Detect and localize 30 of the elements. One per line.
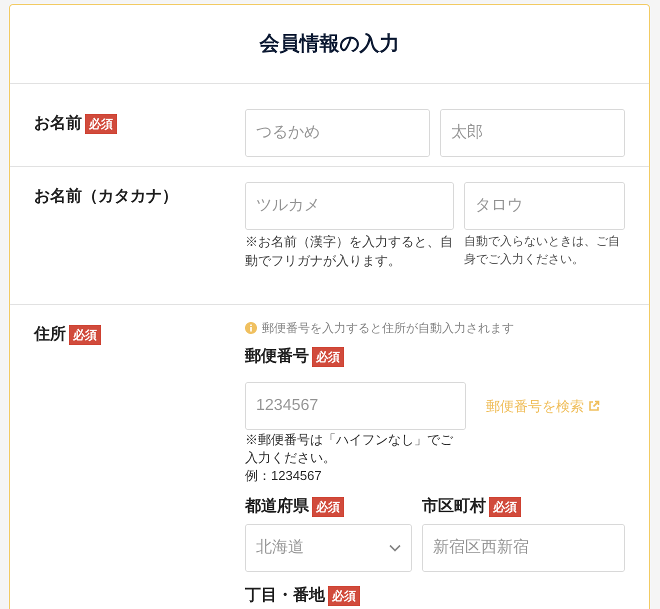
text-field[interactable]: 1234567 [245,382,466,430]
info-text: 郵便番号を入力すると住所が自動入力されます [262,320,514,337]
row-label: お名前（カタカナ） [34,186,178,207]
prefecture-select[interactable]: 北海道 [245,524,412,572]
field-label: 郵便番号 [245,346,309,367]
text-field[interactable]: タロウ [464,182,625,230]
required-badge: 必須 [312,347,344,367]
text-field[interactable]: つるかめ [245,109,430,157]
required-badge: 必須 [85,114,117,134]
field-label: 丁目・番地 [245,585,325,606]
required-badge: 必須 [69,325,101,345]
required-badge: 必須 [328,586,360,606]
text-field[interactable]: ツルカメ [245,182,454,230]
postal-search-link[interactable]: 郵便番号を検索 [486,396,600,416]
hint-text: ※郵便番号は「ハイフンなし」でご入力ください。 [245,431,454,467]
info-icon [245,322,257,334]
external-link-icon [588,400,600,412]
field-label: 市区町村 [422,496,486,517]
required-badge: 必須 [312,497,344,517]
text-field[interactable]: 新宿区西新宿 [422,524,625,572]
required-badge: 必須 [489,497,521,517]
chevron-down-icon [389,544,401,552]
hint-text: ※お名前（漢字）を入力すると、自動でフリガナが入ります。 [245,233,454,270]
row-label: 住所 [34,324,66,345]
hint-text: 例：1234567 [245,467,323,485]
row-label: お名前 [34,114,82,134]
hint-text: 自動で入らないときは、ご自身でご入力ください。 [464,233,621,268]
form-title: 会員情報の入力 [260,32,400,57]
text-field[interactable]: 太郎 [440,109,625,157]
field-label: 都道府県 [245,496,309,517]
